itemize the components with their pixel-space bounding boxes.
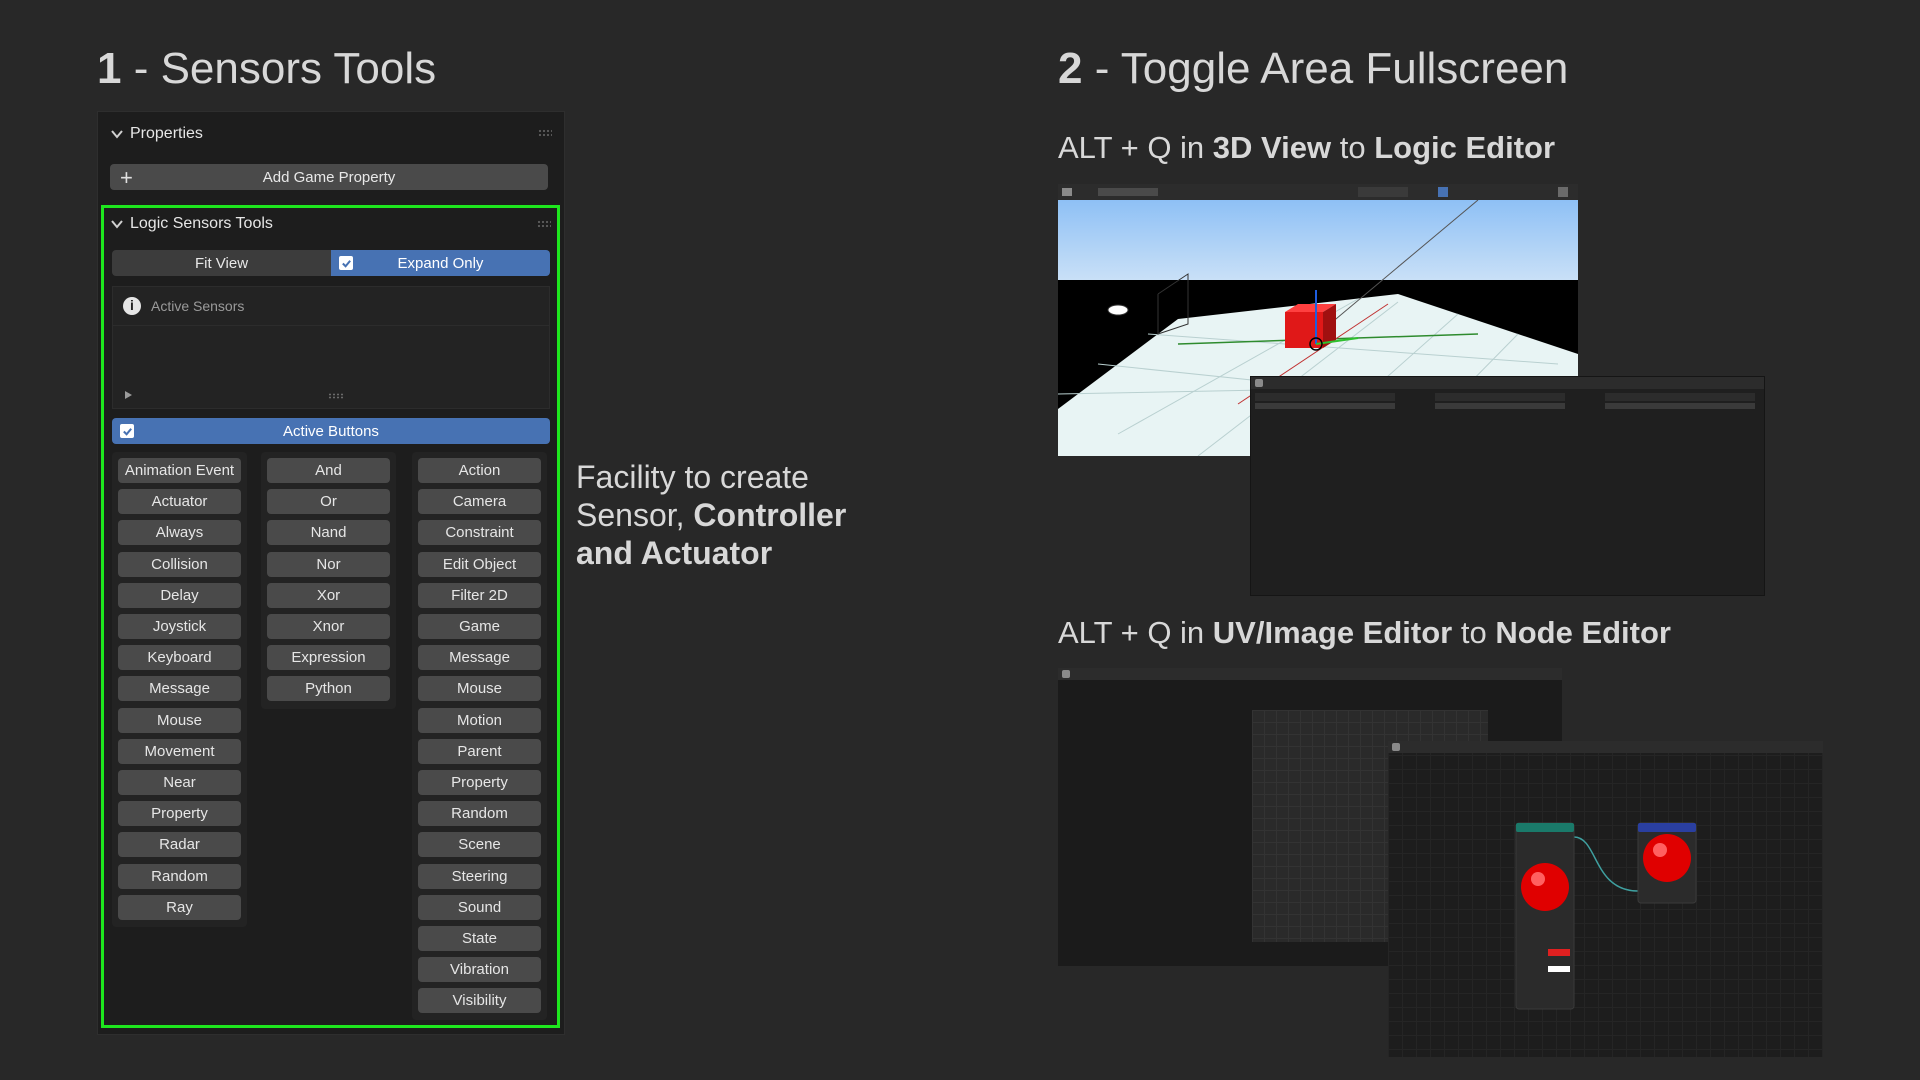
sensor-button[interactable]: Delay [118,582,241,608]
add-game-property-label: Add Game Property [262,168,396,186]
sensor-button[interactable]: Movement [118,738,241,764]
sensor-button[interactable]: Ray [118,894,241,920]
checkbox-checked-icon [339,256,353,270]
controller-button[interactable]: And [267,458,390,483]
sensor-button[interactable]: Collision [118,551,241,577]
actuator-button[interactable]: Visibility [418,988,541,1014]
active-buttons-toggle[interactable]: Active Buttons [112,418,550,444]
subtitle-uv-editor: ALT + Q in UV/Image Editor to Node Edito… [1058,615,1671,650]
play-icon[interactable] [125,391,132,399]
add-game-property-button[interactable]: + Add Game Property [110,164,548,190]
sensors-tools-panel: Properties + Add Game Property Logic Sen… [97,111,565,1035]
add-sensor-bar [1255,403,1395,409]
actuator-button[interactable]: Motion [418,707,541,733]
plus-icon: + [120,165,133,190]
controller-button[interactable]: Nand [267,520,390,546]
add-controller-bar [1435,403,1565,409]
description: Facility to create Sensor, Controller an… [576,459,847,571]
section2-title: 2 - Toggle Area Fullscreen [1058,44,1569,93]
actuator-button[interactable]: Steering [418,863,541,889]
controller-button[interactable]: Or [267,489,390,515]
fit-view-button[interactable]: Fit View [112,250,331,276]
resize-grip-icon[interactable] [328,393,344,399]
view-toggle-row: Fit View Expand Only [112,250,550,276]
properties-header[interactable]: Properties [110,119,203,149]
actuator-button[interactable]: Mouse [418,676,541,702]
add-actuator-bar [1605,403,1755,409]
actuator-button[interactable]: Action [418,458,541,483]
subtitle-3dview: ALT + Q in 3D View to Logic Editor [1058,130,1556,165]
sensor-button[interactable]: Keyboard [118,645,241,671]
actuator-button[interactable]: Random [418,801,541,827]
sensor-button[interactable]: Message [118,676,241,702]
sensor-button[interactable]: Animation Event [118,458,241,483]
drag-grip-icon[interactable] [538,129,552,137]
info-icon [123,297,141,315]
sensor-button[interactable]: Always [118,520,241,546]
logic-sensors-tools-header[interactable]: Logic Sensors Tools [110,209,273,239]
node-graph [1515,822,1697,1010]
checkbox-checked-icon [120,424,134,438]
editor-type-icon [1062,670,1070,678]
controller-button[interactable]: Nor [267,551,390,577]
actuator-button[interactable]: Scene [418,832,541,858]
sensor-button[interactable]: Random [118,863,241,889]
logic-sensors-tools-section: Logic Sensors Tools Fit View Expand Only… [101,205,560,1028]
actuator-button[interactable]: Parent [418,738,541,764]
controllers-bar [1435,393,1565,401]
chevron-down-icon [111,220,123,229]
actuators-bar [1605,393,1755,401]
actuator-button[interactable]: Game [418,614,541,639]
controller-button[interactable]: Xor [267,582,390,608]
actuator-button[interactable]: Sound [418,894,541,920]
logic-editor-screenshot [1250,376,1765,596]
actuator-button[interactable]: Vibration [418,957,541,983]
properties-label: Properties [130,125,203,142]
sensor-button[interactable]: Joystick [118,614,241,639]
drag-grip-icon[interactable] [537,220,551,228]
sensor-button[interactable]: Mouse [118,707,241,733]
sensors-column: Animation Event Actuator Always Collision De… [112,452,247,927]
actuator-button[interactable]: Property [418,770,541,795]
actuator-button[interactable]: Camera [418,489,541,515]
actuator-button[interactable]: Filter 2D [418,582,541,608]
uv-editor-header [1058,668,1562,680]
active-sensors-label: Active Sensors [151,298,245,314]
sensor-button[interactable]: Radar [118,832,241,858]
actuator-button[interactable]: Message [418,645,541,671]
expand-only-toggle[interactable]: Expand Only [331,250,550,276]
sensor-button[interactable]: Near [118,770,241,795]
editor-type-icon [1255,379,1263,387]
section1-title: 1 - Sensors Tools [97,44,437,93]
actuators-column: Action Camera Constraint Edit Object Filter … [412,452,547,1020]
logic-editor-header [1251,377,1764,389]
active-buttons-label: Active Buttons [283,422,379,440]
actuator-button[interactable]: Constraint [418,520,541,546]
controller-button[interactable]: Python [267,676,390,702]
sensors-bar [1255,393,1395,401]
fit-view-label: Fit View [194,254,249,272]
actuator-button[interactable]: State [418,926,541,951]
expand-only-label: Expand Only [397,254,484,272]
sensor-button[interactable]: Actuator [118,489,241,515]
node-editor-screenshot [1388,741,1823,1057]
sensor-button[interactable]: Property [118,801,241,827]
controller-button[interactable]: Expression [267,645,390,671]
controllers-column: And Or Nand Nor Xor Xnor Expression Python [261,452,396,709]
logic-sensors-tools-label: Logic Sensors Tools [130,215,273,232]
chevron-down-icon [111,130,123,139]
active-sensors-list[interactable]: Active Sensors [112,286,550,409]
active-sensors-header: Active Sensors [113,287,549,326]
controller-button[interactable]: Xnor [267,614,390,639]
actuator-button[interactable]: Edit Object [418,551,541,577]
